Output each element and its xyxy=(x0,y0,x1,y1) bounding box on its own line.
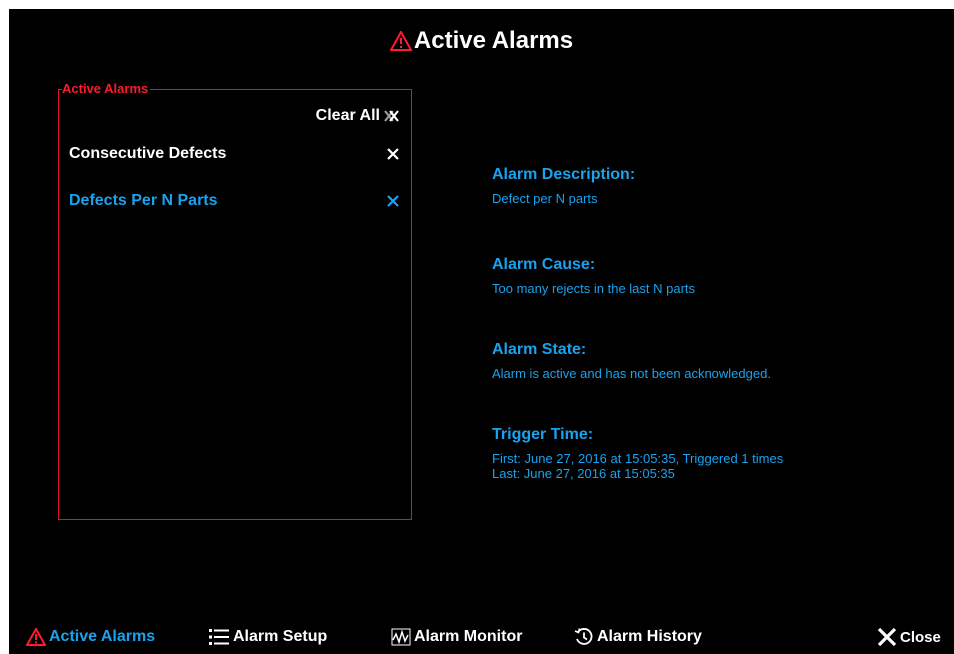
alarm-description-label: Alarm Description: xyxy=(492,166,636,183)
alarm-list-item-defects-per-n-parts[interactable]: Defects Per N Parts xyxy=(69,189,399,213)
trigger-time-last: Last: June 27, 2016 at 15:05:35 xyxy=(492,466,675,481)
nav-alarm-setup[interactable]: Alarm Setup xyxy=(208,625,327,649)
clear-all-button[interactable]: Clear All xyxy=(316,106,401,126)
alarm-cause-section: Alarm Cause: Too many rejects in the las… xyxy=(492,255,695,296)
dismiss-alarm-icon[interactable] xyxy=(387,192,399,210)
monitor-graph-icon xyxy=(391,628,411,646)
nav-alarm-history[interactable]: Alarm History xyxy=(574,625,702,649)
warning-triangle-icon xyxy=(389,29,413,58)
list-icon xyxy=(208,628,230,646)
clear-all-label: Clear All xyxy=(315,107,380,124)
close-button[interactable]: Close xyxy=(877,625,941,649)
alarm-cause-label: Alarm Cause: xyxy=(492,256,596,273)
trigger-time-label: Trigger Time: xyxy=(492,426,594,443)
alarm-description-value: Defect per N parts xyxy=(492,191,598,206)
alarm-state-value: Alarm is active and has not been acknowl… xyxy=(492,366,771,381)
warning-triangle-icon xyxy=(26,628,46,646)
close-icon xyxy=(877,627,897,647)
alarm-cause-value: Too many rejects in the last N parts xyxy=(492,281,696,296)
nav-active-alarms-label: Active Alarms xyxy=(49,628,156,645)
history-clock-icon xyxy=(574,627,594,647)
alarm-state-label: Alarm State: xyxy=(492,341,587,358)
nav-alarm-setup-label: Alarm Setup xyxy=(233,628,328,645)
alarm-description-section: Alarm Description: Defect per N parts xyxy=(492,165,635,206)
alarm-list-item-consecutive-defects[interactable]: Consecutive Defects xyxy=(69,142,399,166)
groupbox-legend: Active Alarms xyxy=(62,81,151,97)
alarm-state-section: Alarm State: Alarm is active and has not… xyxy=(492,340,771,381)
alarm-item-label: Consecutive Defects xyxy=(69,145,227,162)
trigger-time-section: Trigger Time: First: June 27, 2016 at 15… xyxy=(492,425,783,481)
alarm-item-label: Defects Per N Parts xyxy=(69,192,218,209)
trigger-time-first: First: June 27, 2016 at 15:05:35, Trigge… xyxy=(492,451,784,466)
clear-all-icon xyxy=(383,109,401,123)
nav-alarm-monitor-label: Alarm Monitor xyxy=(414,628,523,645)
dismiss-alarm-icon[interactable] xyxy=(387,145,399,163)
nav-alarm-monitor[interactable]: Alarm Monitor xyxy=(391,625,522,649)
alarm-screen: Active Alarms Active Alarms Clear All Co… xyxy=(9,9,954,654)
page-title-text: Active Alarms xyxy=(413,27,574,54)
close-label: Close xyxy=(900,628,941,646)
page-title: Active Alarms xyxy=(9,27,954,58)
active-alarms-groupbox: Active Alarms Clear All Consecutive Defe… xyxy=(58,81,412,520)
nav-active-alarms[interactable]: Active Alarms xyxy=(26,625,155,649)
nav-alarm-history-label: Alarm History xyxy=(597,628,702,645)
